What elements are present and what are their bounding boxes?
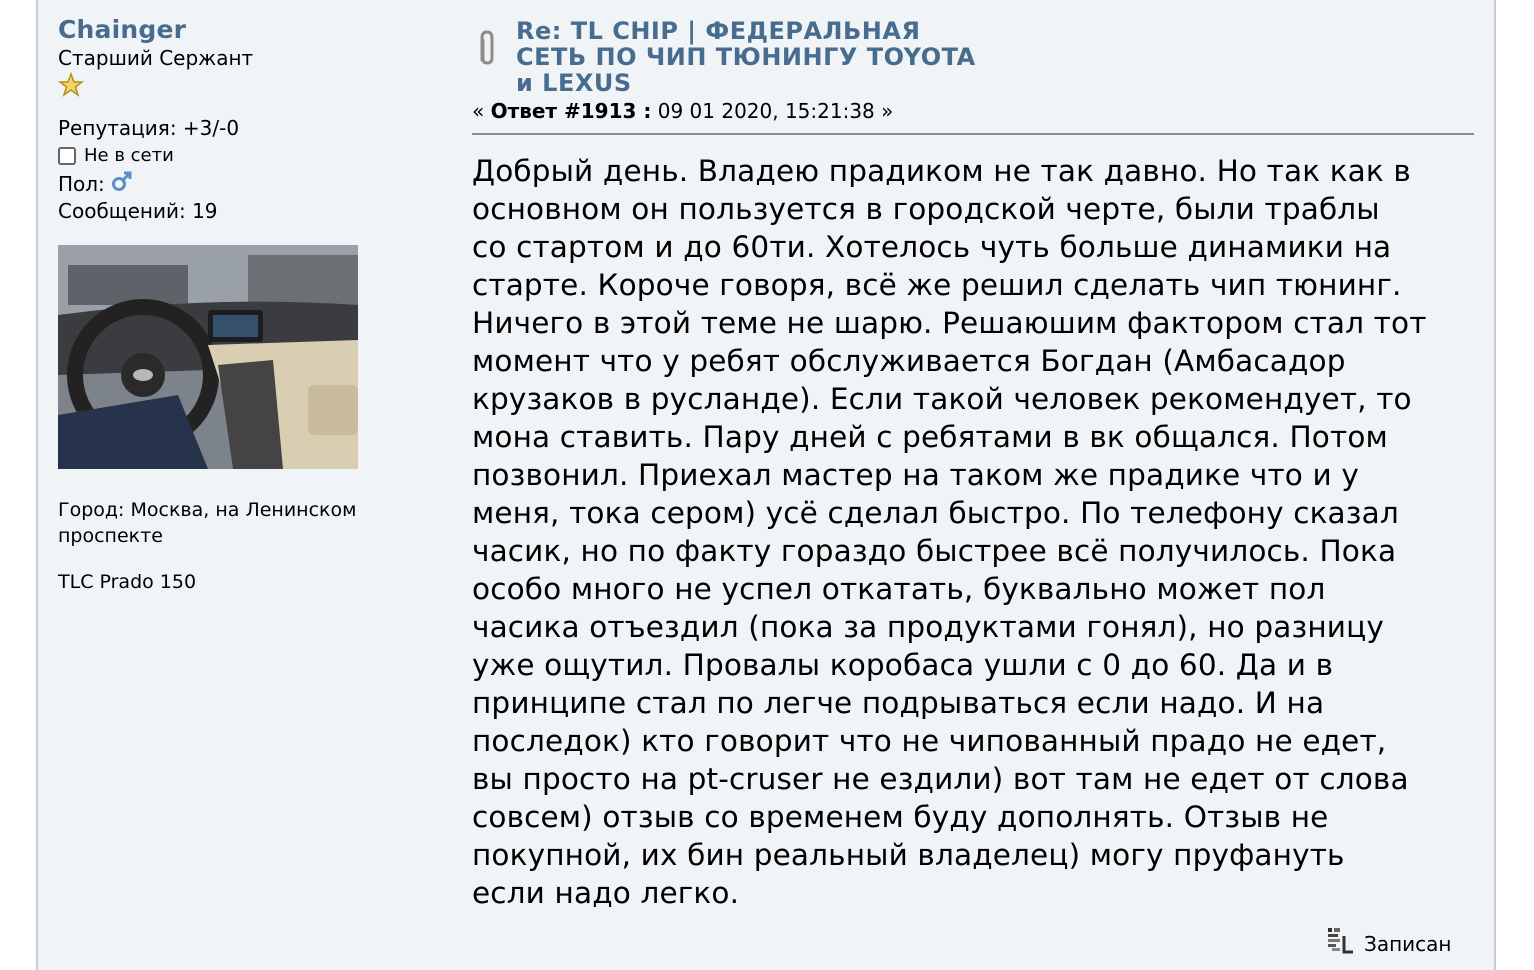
male-icon [111,170,133,198]
poster-rank: Старший Сержант [58,46,254,70]
post-header: Re: TL CHIP | ФЕДЕРАЛЬНАЯ СЕТЬ ПО ЧИП ТЮ… [472,16,1474,124]
poster-name-link[interactable]: Chainger [58,14,438,46]
poster-car: TLC Prado 150 [58,571,197,593]
poster-info: Chainger Старший Сержант Репутация: +3/-… [57,14,438,595]
star-icon [57,71,438,98]
post-body-line: позвонил. Приехал мастер на таком же пра… [472,458,1359,492]
reply-suffix: » [881,99,894,123]
post-body-line: принципе стал по легче подрываться если … [472,686,1325,720]
post-body-line: Ничего в этой теме не шарю. Решаюшим фак… [472,306,1427,340]
post-body-line: меня, тока сером) усё сделал быстро. По … [472,496,1399,530]
ip-logged-icon [1326,926,1356,961]
avatar[interactable] [58,245,358,469]
post-body-line: особо много не успел откатать, буквально… [472,572,1326,606]
post-body-line: вы просто на pt-cruser не ездили) вот та… [472,762,1409,796]
header-divider [472,133,1474,135]
post-body-line: часика отъездил (пока за продуктами гоня… [472,610,1384,644]
post-subject-link[interactable]: Re: TL CHIP | ФЕДЕРАЛЬНАЯ СЕТЬ ПО ЧИП ТЮ… [516,18,986,96]
poster-city: Город: Москва, на Ленинском проспекте [58,499,357,547]
reply-info: « Ответ #1913 : 09 01 2020, 15:21:38 » [472,98,1474,124]
post-body-line: Добрый день. Владею прадиком не так давн… [472,154,1411,188]
post-body-line: покупной, их бин реальный владелец) могу… [472,838,1345,872]
post-body-line: последок) кто говорит что не чипованный … [472,724,1387,758]
post-body-line: основном он пользуется в городской черте… [472,192,1380,226]
post-body-line: мона ставить. Пару дней с ребятами в вк … [472,420,1388,454]
post-body-line: крузаков в русланде). Если такой человек… [472,382,1412,416]
ip-logged: Записан [1326,926,1451,961]
ip-logged-label: Записан [1364,931,1452,956]
paperclip-icon [472,28,508,68]
post-body: Добрый день. Владею прадиком не так давн… [472,152,1482,912]
post-body-line: совсем) отзыв со временем буду дополнять… [472,800,1329,834]
online-status-label: Не в сети [84,145,174,166]
offline-icon [58,147,76,165]
poster-reputation: Репутация: +3/-0 [58,116,240,140]
post-body-line: уже ощутил. Провалы коробаса ушли с 0 до… [472,648,1334,682]
poster-gender: Пол: [58,170,438,198]
post-body-line: если надо легко. [472,876,740,910]
poster-online-status: Не в сети [58,142,438,170]
post-body-line: старте. Короче говоря, всё же решил сдел… [472,268,1402,302]
subject-row: Re: TL CHIP | ФЕДЕРАЛЬНАЯ СЕТЬ ПО ЧИП ТЮ… [472,16,1474,96]
reply-datetime: 09 01 2020, 15:21:38 [657,99,875,123]
post-body-line: часик, но по факту гораздо быстрее всё п… [472,534,1397,568]
poster-posts-count: Сообщений: 19 [58,199,218,223]
post-body-line: со стартом и до 60ти. Хотелось чуть боль… [472,230,1392,264]
gender-label: Пол: [58,172,105,196]
post-body-line: момент что у ребят обслуживается Богдан … [472,344,1346,378]
reply-number-link[interactable]: Ответ #1913 : [491,99,652,123]
reply-prefix: « [472,99,485,123]
